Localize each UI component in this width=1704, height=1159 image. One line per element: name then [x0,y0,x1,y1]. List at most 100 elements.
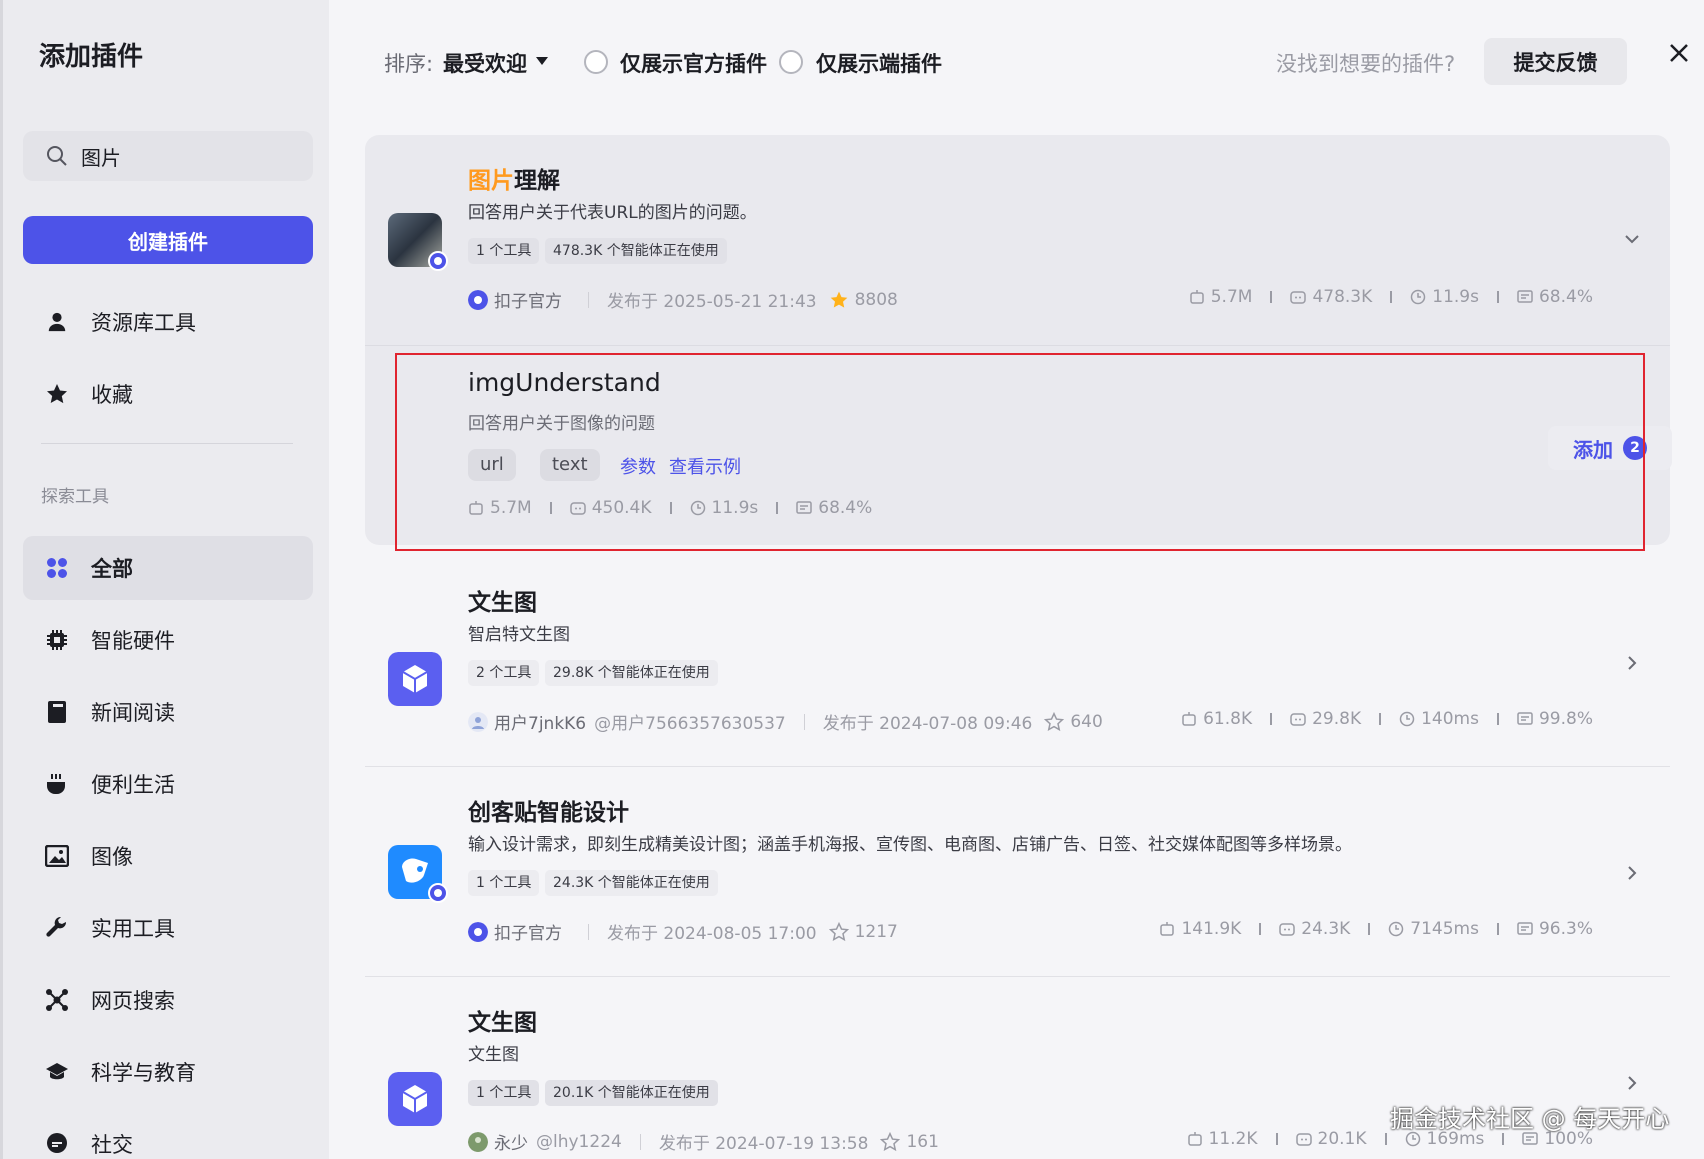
param-tag: text [540,449,600,481]
grid-icon [45,556,69,580]
device-only-radio[interactable] [779,50,803,74]
sort-dropdown[interactable]: 最受欢迎 [443,48,527,78]
star-outline-icon[interactable] [828,921,849,942]
search-icon [47,146,67,166]
star-outline-icon[interactable] [1044,711,1065,732]
usage-tag: 478.3K 个智能体正在使用 [545,238,727,264]
bot-face-icon [1290,713,1306,726]
image-icon [45,844,69,868]
section-label: 探索工具 [41,487,109,507]
stat-value: 61.8K [1203,709,1253,729]
stat-separator [1379,713,1382,725]
publish-date: 发布于 2024-07-19 13:58 [658,1134,869,1154]
star-count: 640 [1070,711,1103,732]
caret-down-icon[interactable] [536,57,548,65]
robot-icon [1189,290,1204,304]
star-count: 1217 [854,921,898,942]
sort-label: 排序: [384,52,434,76]
stat-value: 141.9K [1181,919,1242,939]
chevron-right-icon[interactable] [1624,655,1640,671]
sidebar-item-utilities[interactable]: 实用工具 [23,896,313,960]
stat-value: 140ms [1421,709,1479,729]
author-handle: @用户7566357630537 [594,714,786,734]
plugin-description: 智启特文生图 [468,625,570,645]
robot-icon [1160,922,1175,936]
calls-stat: 5.7M [1189,287,1253,307]
sidebar-item-web-search[interactable]: 网页搜索 [23,968,313,1032]
cup-icon [45,772,69,796]
device-only-label[interactable]: 仅展示端插件 [816,48,942,78]
plugin-meta: 用户7jnkK6 @用户7566357630537 发布于 2024-07-08… [468,709,1103,734]
clock-icon [1389,921,1404,937]
chip-icon [45,628,69,652]
plugin-description: 回答用户关于代表URL的图片的问题。 [468,203,757,223]
plugin-title: 文生图 [468,590,537,616]
sidebar-item-label: 全部 [91,557,133,581]
plugin-description: 输入设计需求，即刻生成精美设计图；涵盖手机海报、宣传图、电商图、店铺广告、日签、… [468,835,1352,855]
search-input[interactable]: 图片 [23,131,313,181]
author-name[interactable]: 扣子官方 [494,919,562,944]
meta-separator [588,923,589,940]
author-name[interactable]: 用户7jnkK6 [494,709,586,734]
plugin-card[interactable]: 图片理解 回答用户关于代表URL的图片的问题。 1 个工具 478.3K 个智能… [365,135,1670,345]
author-handle: @lhy1224 [536,1131,622,1152]
bots-stat: 20.1K [1295,1129,1367,1149]
calls-stat: 61.8K [1181,709,1252,729]
params-link[interactable]: 参数 [620,453,656,479]
stat-separator [1270,291,1273,303]
watermark: 掘金技术社区 @ 每天开心 [1390,1105,1670,1133]
stat-value: 68.4% [818,498,873,518]
sidebar-item-news[interactable]: 新闻阅读 [23,680,313,744]
sidebar-item-library-tools[interactable]: 资源库工具 [23,290,313,354]
stat-value: 5.7M [1210,287,1253,307]
star-outline-icon[interactable] [880,1131,901,1152]
sidebar-item-social[interactable]: 社交 [23,1112,313,1159]
sidebar-item-label: 智能硬件 [91,629,175,653]
plugin-stats: 5.7M 478.3K 11.9s 68.4% [1189,287,1593,307]
sidebar-item-image[interactable]: 图像 [23,824,313,888]
plugin-title: 文生图 [468,1010,537,1036]
stat-separator [1384,1133,1387,1145]
publish-date: 发布于 2025-05-21 21:43 [607,292,817,312]
view-example-link[interactable]: 查看示例 [669,453,741,479]
latency-stat: 140ms [1399,709,1479,729]
sidebar-item-label: 网页搜索 [91,989,175,1013]
plugin-card[interactable]: 文生图 智启特文生图 2 个工具 29.8K 个智能体正在使用 用户7jnkK6… [365,557,1670,767]
message-icon [1517,922,1533,935]
author-name[interactable]: 永少 [494,1129,528,1154]
stat-value: 11.9s [1432,287,1479,307]
sidebar-item-smart-hardware[interactable]: 智能硬件 [23,608,313,672]
create-plugin-button[interactable]: 创建插件 [23,216,313,264]
stat-separator [1270,713,1273,725]
success-rate-stat: 99.8% [1517,709,1593,729]
tools-count-tag: 1 个工具 [468,238,540,264]
param-tag: url [468,449,516,481]
chevron-down-icon[interactable] [1624,231,1640,247]
chevron-right-icon[interactable] [1624,1075,1640,1091]
add-tool-button[interactable]: 添加 2 [1548,426,1672,470]
sidebar-item-life[interactable]: 便利生活 [23,752,313,816]
official-only-label[interactable]: 仅展示官方插件 [620,48,767,78]
chevron-right-icon[interactable] [1624,865,1640,881]
plugin-stats: 141.9K 24.3K 7145ms 96.3% [1159,919,1593,939]
close-icon[interactable] [1666,40,1692,66]
cube-logo-icon [388,652,442,706]
sidebar-item-all[interactable]: 全部 [23,536,313,600]
plugin-card[interactable]: 创客贴智能设计 输入设计需求，即刻生成精美设计图；涵盖手机海报、宣传图、电商图、… [365,767,1670,977]
cube-logo-icon [388,1072,442,1126]
message-icon [1517,712,1533,725]
stat-value: 96.3% [1538,919,1593,939]
author-name[interactable]: 扣子官方 [494,287,562,312]
feedback-button[interactable]: 提交反馈 [1484,38,1627,85]
sidebar-item-label: 便利生活 [91,773,175,797]
plugin-meta: 扣子官方 发布于 2024-08-05 17:00 1217 [468,919,898,944]
wrench-icon [45,916,69,940]
tool-stats: 5.7M 450.4K 11.9s 68.4% [468,498,872,518]
calls-stat: 141.9K [1159,919,1241,939]
stat-separator [1502,1133,1505,1145]
plugin-stats: 61.8K 29.8K 140ms 99.8% [1181,709,1593,729]
sidebar-item-favorites[interactable]: 收藏 [23,362,313,426]
bots-stat: 29.8K [1290,709,1361,729]
sidebar-item-science-education[interactable]: 科学与教育 [23,1040,313,1104]
official-only-radio[interactable] [584,50,608,74]
